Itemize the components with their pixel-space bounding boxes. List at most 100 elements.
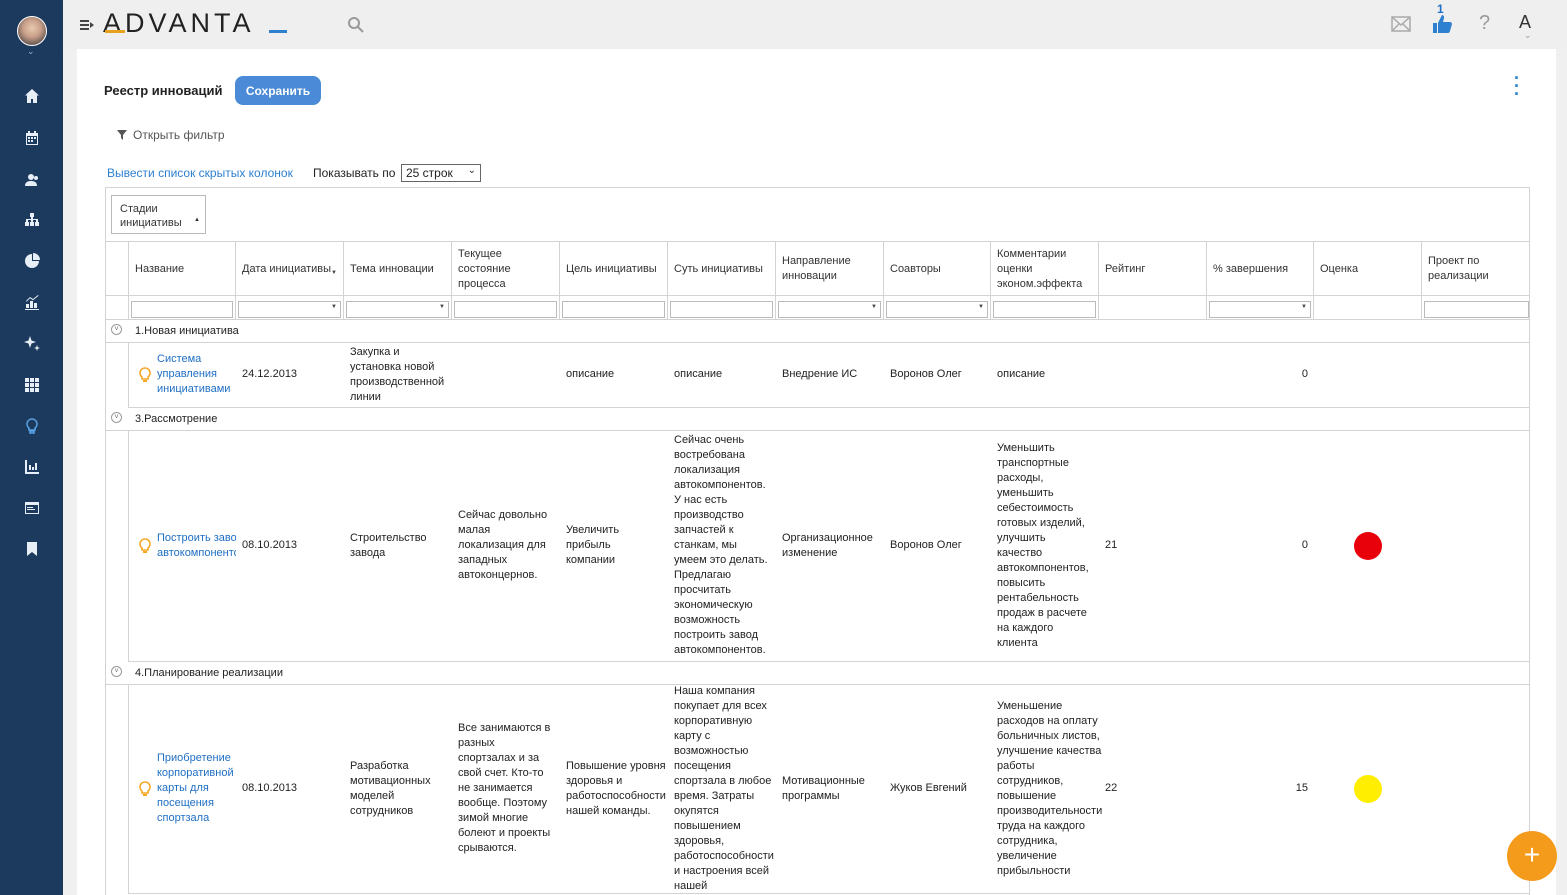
cell-essence: Наша компания покупает для всех корпорат… (674, 684, 774, 892)
report-icon[interactable] (21, 456, 43, 478)
hidden-columns-link[interactable]: Вывести список скрытых колонок (107, 166, 293, 180)
window-icon[interactable] (21, 497, 43, 519)
cell-coauthors: Воронов Олег (890, 539, 962, 551)
chevron-down-icon[interactable]: ▼ (1301, 304, 1307, 310)
analytics-icon[interactable] (21, 291, 43, 313)
more-options-icon[interactable]: ... (1514, 64, 1519, 98)
help-icon[interactable]: ? (1479, 12, 1490, 35)
cell-coauthors: Жуков Евгений (890, 782, 967, 794)
ideas-icon[interactable] (21, 415, 43, 437)
filter-cell-direction: ▼ (775, 296, 883, 320)
column-header-completion[interactable]: % завершения (1206, 242, 1313, 296)
save-button[interactable]: Сохранить (235, 76, 321, 105)
people-icon[interactable] (21, 169, 43, 191)
filter-cell-state (451, 296, 559, 320)
chevron-down-icon[interactable]: ▼ (331, 304, 337, 310)
chevron-down-icon[interactable]: ▼ (871, 304, 877, 310)
calendar-icon[interactable] (21, 127, 43, 149)
cell-completion: 15 (1295, 782, 1308, 794)
column-filter-input[interactable] (778, 301, 881, 318)
column-header-direction[interactable]: Направление инновации (775, 242, 883, 296)
app-logo[interactable]: ADVANTA (103, 8, 255, 39)
column-header-date[interactable]: Дата инициативы ▼ (235, 242, 343, 296)
rows-per-page-select[interactable]: 25 строк ⌄ (401, 164, 481, 182)
filter-cell-topic: ▼ (343, 296, 451, 320)
innovations-grid: Стадии инициативы ▲ Название Дата инициат… (105, 187, 1530, 895)
column-header-label: Оценка (1320, 262, 1359, 275)
column-filter-input[interactable] (1424, 301, 1529, 318)
table-header: Название Дата инициативы ▼ Тема инновации Те… (106, 241, 1529, 296)
menu-toggle-icon[interactable] (80, 18, 94, 32)
mail-icon[interactable] (1391, 16, 1411, 32)
sort-icon[interactable]: ▲ (194, 213, 200, 227)
column-header-project[interactable]: Проект по реализации (1421, 242, 1529, 296)
cell-essence: описание (674, 368, 723, 380)
initiative-link[interactable]: Построить завод автокомпонентов (151, 430, 236, 661)
column-filter-input[interactable] (131, 301, 233, 318)
column-header-coauthors[interactable]: Соавторы (883, 242, 990, 296)
collapse-group-icon[interactable]: ˅ (111, 666, 122, 677)
cell-rating (1099, 342, 1207, 407)
grid-icon[interactable] (21, 374, 43, 396)
cell-completion: 0 (1301, 368, 1308, 380)
column-filter-input[interactable] (238, 301, 341, 318)
table-row[interactable]: Построить завод автокомпонентов 08.10.201… (128, 430, 1529, 662)
initiative-link[interactable]: Система управления инициативами (151, 342, 236, 407)
column-header-name[interactable]: Название (128, 242, 235, 296)
column-header-comments[interactable]: Комментарии оценки эконом.эффекта (990, 242, 1098, 296)
search-icon[interactable] (347, 16, 365, 34)
column-filter-input[interactable] (1209, 301, 1311, 318)
cell-direction: Внедрение ИС (782, 368, 858, 380)
column-header-essence[interactable]: Суть инициативы (667, 242, 775, 296)
table-row[interactable]: Приобретение корпоративной карты для пос… (128, 684, 1529, 894)
cell-direction: Мотивационные программы (782, 774, 865, 802)
column-header-score[interactable]: Оценка (1313, 242, 1421, 296)
collapse-group-icon[interactable]: ˅ (111, 324, 122, 335)
collapse-group-icon[interactable]: ˅ (111, 412, 122, 423)
column-header-rating[interactable]: Рейтинг (1098, 242, 1206, 296)
group-row: ˅ 1.Новая инициатива (106, 320, 1529, 343)
chevron-down-icon: ⌄ (467, 165, 476, 176)
pie-chart-icon[interactable] (21, 250, 43, 272)
column-header-label: Тема инновации (350, 262, 434, 275)
thumbs-up-icon[interactable] (1432, 14, 1452, 34)
cell-comments: Уменьшить транспортные расходы, уменьшит… (997, 441, 1089, 649)
column-filter-input[interactable] (346, 301, 449, 318)
open-filter-button[interactable]: Открыть фильтр (117, 128, 225, 142)
column-filter-input[interactable] (562, 301, 665, 318)
chevron-down-icon[interactable]: ⌄ (27, 46, 35, 57)
score-indicator (1354, 775, 1382, 803)
chevron-down-icon[interactable]: ▼ (978, 304, 984, 310)
add-button[interactable]: + (1507, 831, 1557, 881)
sparkle-icon[interactable] (21, 332, 43, 354)
user-avatar[interactable] (17, 16, 47, 46)
column-header-topic[interactable]: Тема инновации (343, 242, 451, 296)
org-chart-icon[interactable] (21, 209, 43, 231)
column-header-label: % завершения (1213, 262, 1289, 275)
chevron-down-icon[interactable]: ▼ (439, 304, 445, 310)
cell-goal: Увеличить прибыль компании (566, 524, 620, 566)
cell-state (452, 342, 560, 407)
column-filter-input[interactable] (886, 301, 988, 318)
bookmark-icon[interactable] (21, 538, 43, 560)
home-icon[interactable] (21, 85, 43, 107)
sort-icon[interactable]: ▼ (331, 266, 337, 281)
group-label: 4.Планирование реализации (135, 667, 283, 679)
column-filter-input[interactable] (993, 301, 1096, 318)
table-row[interactable]: Система управления инициативами 24.12.201… (128, 342, 1529, 408)
initiative-link[interactable]: Приобретение корпоративной карты для пос… (151, 684, 236, 893)
column-filter-input[interactable] (670, 301, 773, 318)
header-spacer (106, 242, 128, 296)
logo-accent (105, 30, 125, 33)
cell-goal: Повышение уровня здоровья и работоспособ… (566, 759, 666, 817)
column-header-goal[interactable]: Цель инициативы (559, 242, 667, 296)
group-by-chip[interactable]: Стадии инициативы ▲ (111, 195, 206, 234)
cell-goal: описание (566, 368, 615, 380)
cell-date: 08.10.2013 (242, 539, 298, 551)
chevron-down-icon[interactable]: ⌄ (1524, 30, 1532, 41)
column-header-label: Проект по реализации (1428, 255, 1489, 282)
page-title: Реестр инноваций (104, 83, 223, 98)
open-filter-label: Открыть фильтр (133, 128, 225, 142)
column-filter-input[interactable] (454, 301, 557, 318)
column-header-state[interactable]: Текущее состояние процесса (451, 242, 559, 296)
